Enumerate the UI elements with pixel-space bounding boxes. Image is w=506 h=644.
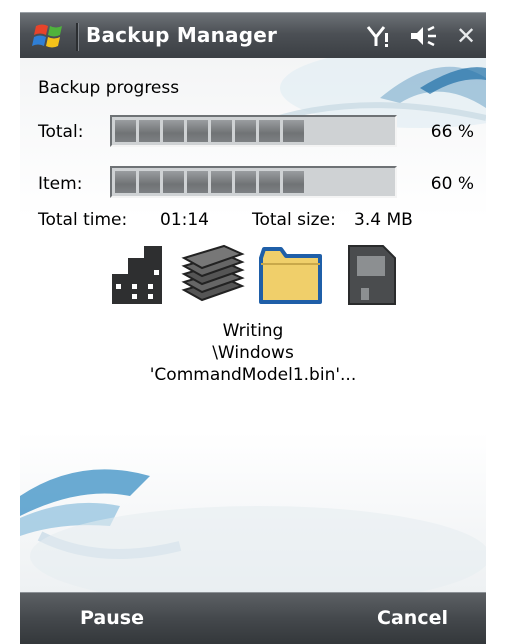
total-size-label: Total size: [252,210,336,230]
volume-icon[interactable] [408,23,440,49]
total-progress-bar [110,115,397,147]
title-divider [76,23,79,51]
progress-segment [235,120,256,142]
item-progress-bar [110,166,397,198]
window-title: Backup Manager [86,23,278,47]
status-line-folder: \Windows [212,343,294,363]
progress-segment [259,171,280,193]
backup-progress-label: Backup progress [38,78,180,98]
progress-segment [163,171,184,193]
progress-segment [187,171,208,193]
progress-segment [283,171,304,193]
progress-segment [235,171,256,193]
app-window: Backup Manager ✕ Backup progress Total: [20,0,486,644]
total-time-value: 01:14 [160,210,209,230]
windows-start-icon[interactable] [30,20,70,52]
backup-stage-icons [20,244,486,312]
total-time-label: Total time: [38,210,128,230]
progress-segment [139,120,160,142]
progress-segment [211,171,232,193]
title-bar: Backup Manager ✕ [20,12,486,59]
progress-segment [283,120,304,142]
total-size-value: 3.4 MB [354,210,413,230]
status-line-file: 'CommandModel1.bin'... [149,365,357,385]
progress-segment [163,120,184,142]
signal-icon[interactable] [366,23,394,49]
item-label: Item: [38,174,83,194]
progress-segment [211,120,232,142]
progress-segment [115,171,136,193]
total-label: Total: [38,122,84,142]
progress-segment [139,171,160,193]
softkey-bar: Pause Cancel [20,592,486,644]
status-line-action: Writing [222,321,284,341]
cancel-button[interactable]: Cancel [377,607,448,629]
status-text: Writing \Windows 'CommandModel1.bin'... [20,320,486,386]
folder-icon [259,247,322,304]
building-icon [112,246,162,304]
item-percent: 60 % [430,174,474,194]
close-icon[interactable]: ✕ [452,22,480,50]
document-stack-icon [181,244,245,302]
total-percent: 66 % [430,122,474,142]
memory-card-icon [348,245,396,305]
pause-button[interactable]: Pause [80,607,144,629]
background-decoration-bottom [20,469,486,592]
content-area: Backup progress Total: 66 % Item: 60 % T… [20,58,486,592]
progress-segment [187,120,208,142]
progress-segment [259,120,280,142]
progress-segment [115,120,136,142]
